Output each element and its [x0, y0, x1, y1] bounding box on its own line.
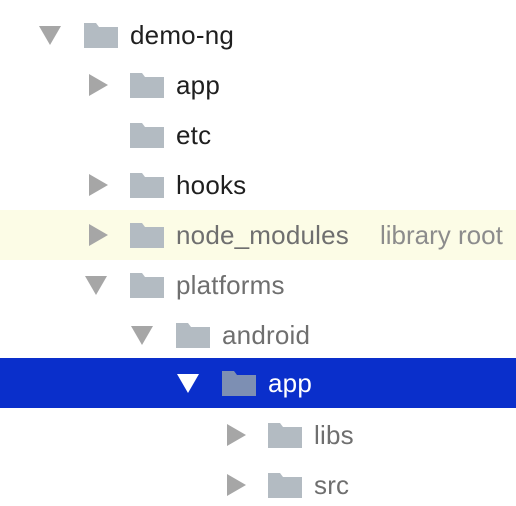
folder-icon [130, 170, 164, 200]
folder-icon [268, 470, 302, 500]
project-tree: demo-ng app etc hooks node_modules libra… [0, 0, 516, 506]
tree-item-android[interactable]: android [0, 310, 516, 360]
folder-icon [130, 270, 164, 300]
tree-item-hooks[interactable]: hooks [0, 160, 516, 210]
tree-item-label: hooks [176, 170, 247, 200]
tree-item-etc[interactable]: etc [0, 110, 516, 160]
tree-item-src[interactable]: src [0, 460, 516, 506]
tree-item-app-selected[interactable]: app [0, 358, 516, 408]
expand-triangle-down-icon[interactable] [130, 310, 154, 360]
tree-item-label: app [268, 368, 312, 398]
folder-icon [268, 420, 302, 450]
expand-triangle-right-icon[interactable] [86, 160, 110, 210]
tree-item-label: platforms [176, 270, 285, 300]
folder-icon [84, 20, 118, 50]
expand-triangle-right-icon[interactable] [86, 60, 110, 110]
folder-icon [130, 70, 164, 100]
tree-item-label: app [176, 70, 220, 100]
tree-item-label: android [222, 320, 311, 350]
tree-item-label: node_modules [176, 220, 349, 250]
tree-item-demo-ng[interactable]: demo-ng [0, 10, 516, 60]
tree-item-app[interactable]: app [0, 60, 516, 110]
expand-triangle-right-icon[interactable] [224, 410, 248, 460]
folder-icon [130, 220, 164, 250]
expand-triangle-down-icon[interactable] [176, 358, 200, 408]
expand-triangle-right-icon[interactable] [224, 460, 248, 506]
tree-item-label: src [314, 470, 350, 500]
tree-item-platforms[interactable]: platforms [0, 260, 516, 310]
tree-item-label: libs [314, 420, 354, 450]
folder-icon [176, 320, 210, 350]
tree-item-node-modules[interactable]: node_modules library root [0, 210, 516, 260]
tree-item-label: demo-ng [130, 20, 235, 50]
tree-item-libs[interactable]: libs [0, 410, 516, 460]
library-root-hint: library root [380, 220, 503, 250]
expand-triangle-down-icon[interactable] [38, 10, 62, 60]
folder-icon [130, 120, 164, 150]
folder-icon [222, 368, 256, 398]
expand-triangle-right-icon[interactable] [86, 210, 110, 260]
tree-item-label: etc [176, 120, 212, 150]
expand-triangle-down-icon[interactable] [84, 260, 108, 310]
